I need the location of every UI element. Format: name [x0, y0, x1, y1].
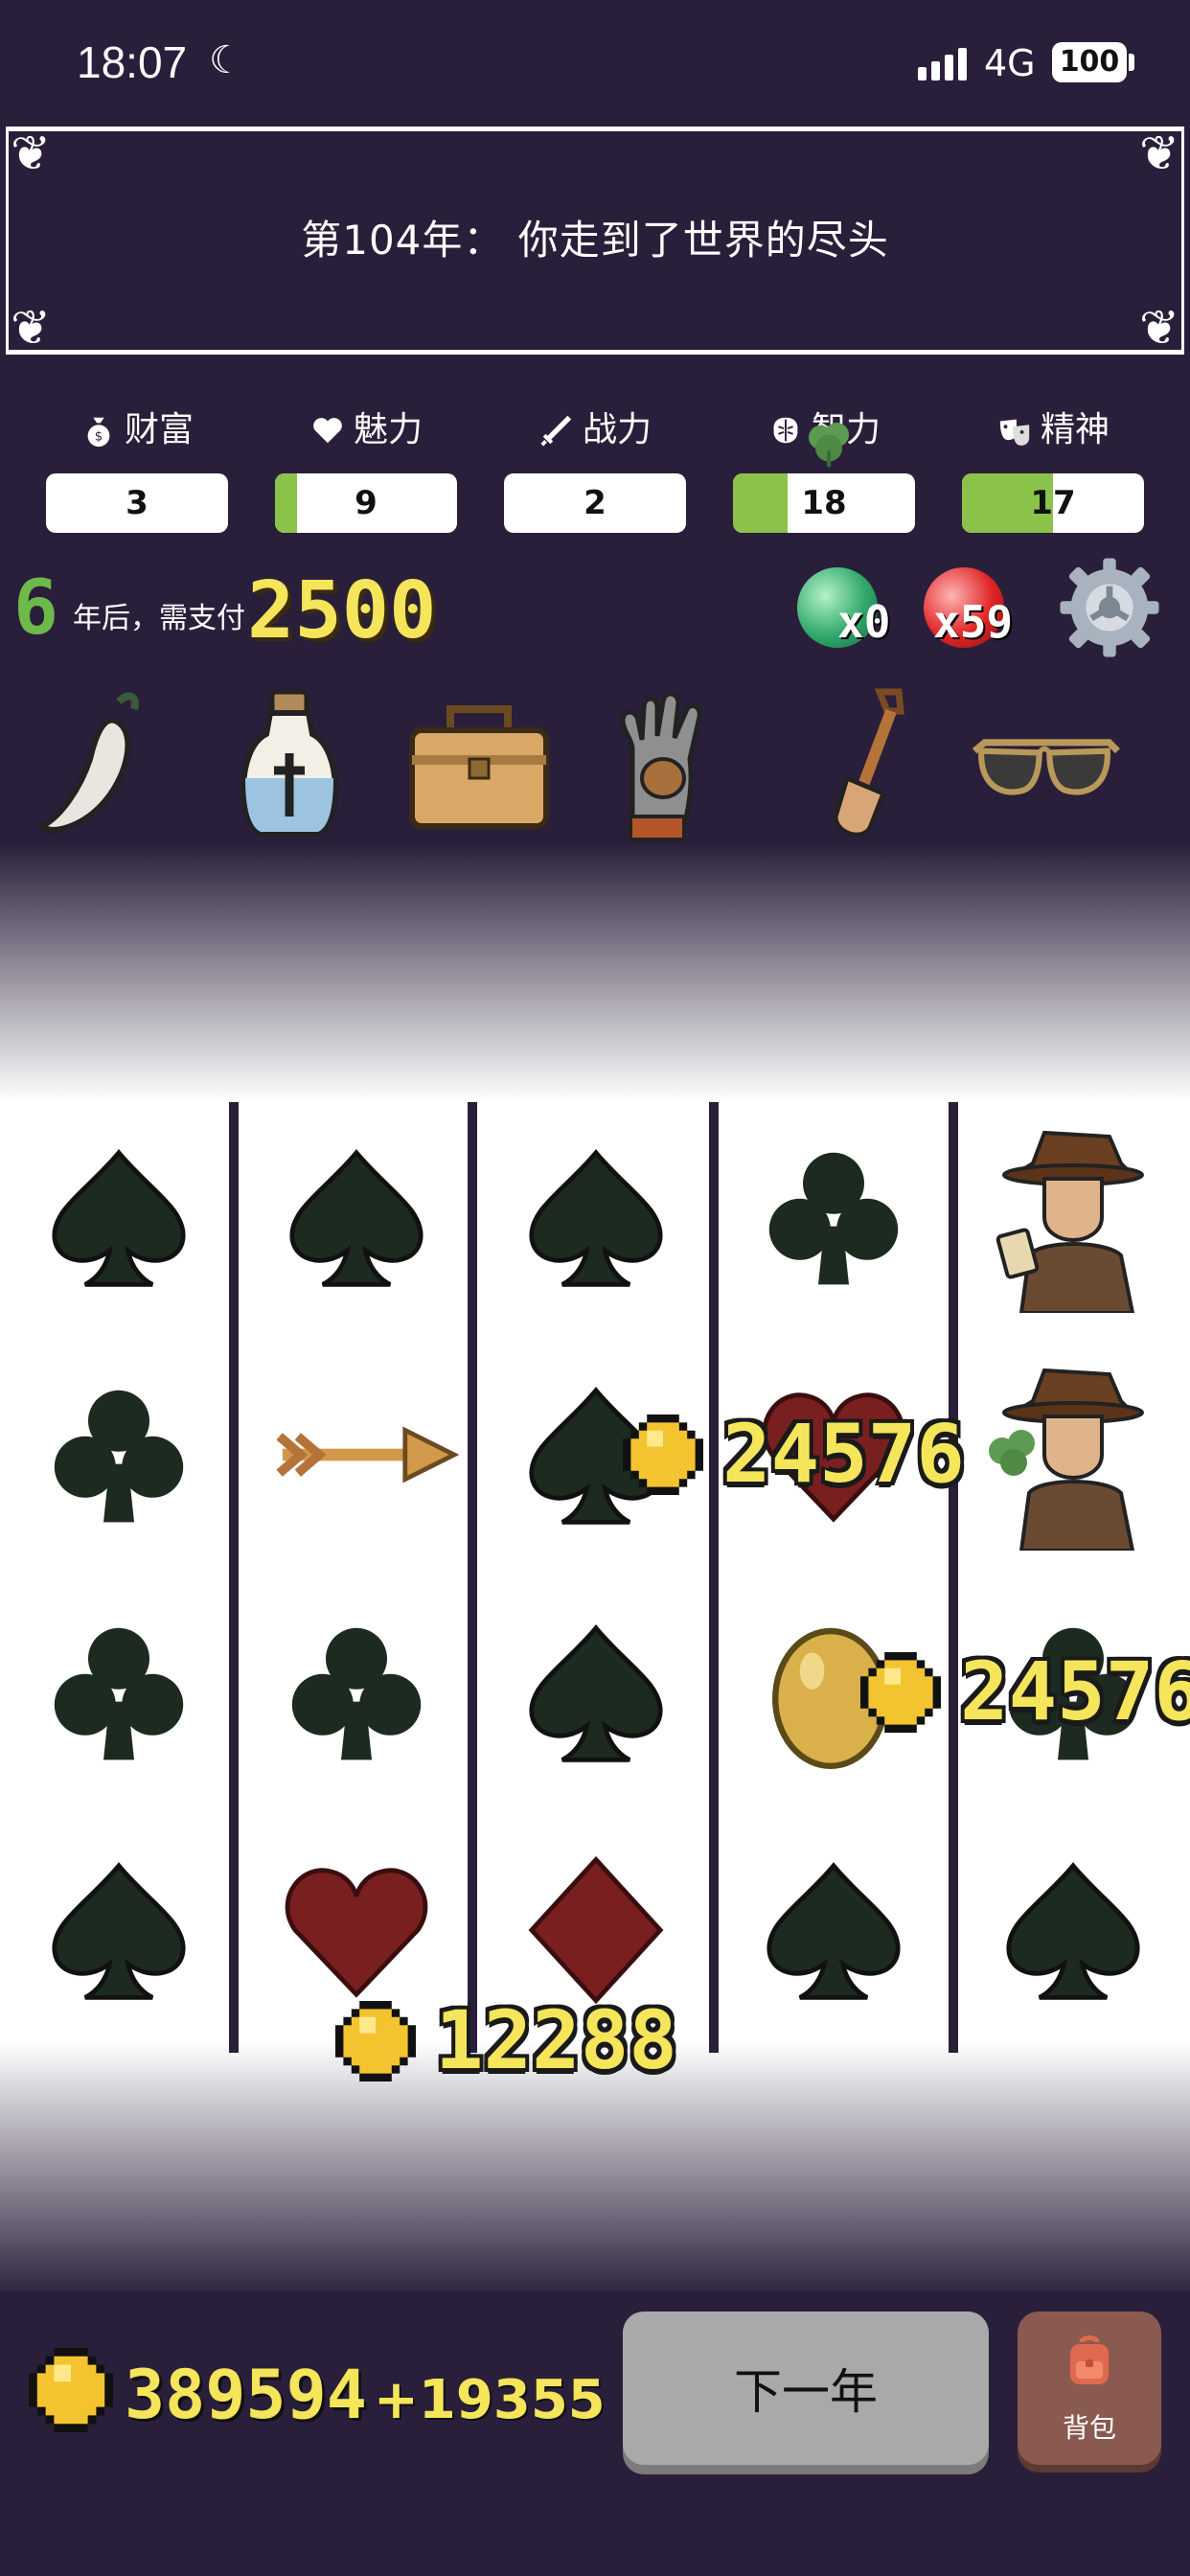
signal-icon	[918, 48, 970, 80]
stat-value: 17	[1030, 484, 1076, 522]
gambler-icon[interactable]	[987, 1121, 1159, 1315]
column-divider	[709, 1102, 719, 2053]
backpack-button[interactable]: 背包	[1018, 2312, 1161, 2465]
battery-tip	[1129, 54, 1134, 71]
club-icon[interactable]	[42, 1616, 195, 1769]
next-year-button[interactable]: 下一年	[623, 2312, 989, 2465]
green-orb-count: x0	[837, 596, 891, 648]
mask-icon	[999, 419, 1030, 446]
spade-icon[interactable]	[42, 1140, 195, 1294]
battery-icon: 100	[1052, 42, 1127, 82]
banner-title: 第104年： 你走到了世界的尽头	[301, 217, 889, 264]
arrow-icon[interactable]	[270, 1378, 462, 1531]
stat-value: 2	[584, 484, 606, 522]
moon-icon: ☾	[209, 38, 243, 82]
heart-icon	[313, 418, 342, 444]
column-divider	[229, 1102, 239, 2053]
sunglasses-icon[interactable]	[968, 682, 1121, 845]
status-time: 18:07	[77, 37, 188, 87]
stat-value: 18	[801, 484, 847, 522]
payment-text: 年后，需支付	[73, 602, 245, 635]
top-gradient	[0, 843, 1190, 1102]
glove-icon[interactable]	[594, 682, 747, 845]
gear-icon[interactable]	[1056, 554, 1163, 661]
stat-value-box: 9	[275, 473, 457, 533]
stat-value-box: 2	[504, 473, 686, 533]
stat-value: 3	[126, 484, 149, 522]
payout-value: 24576	[722, 1407, 965, 1501]
network-type: 4G	[984, 42, 1036, 84]
payout-value: 24576	[960, 1644, 1190, 1738]
brain-icon	[773, 417, 798, 444]
coin-icon	[860, 1652, 941, 1733]
diamond-icon[interactable]	[519, 1853, 673, 2007]
coin-icon	[29, 2348, 113, 2432]
stat-value-box: 18	[733, 473, 915, 533]
payment-amount: 2500	[247, 565, 437, 656]
white-chili-icon[interactable]	[23, 682, 176, 845]
stat-label: 精神	[1040, 410, 1110, 449]
spade-icon[interactable]	[996, 1853, 1150, 2007]
total-coins-value: 389594	[125, 2356, 367, 2434]
stat-value-box: 17	[962, 473, 1144, 533]
club-icon[interactable]	[757, 1140, 910, 1294]
spade-icon[interactable]	[280, 1140, 433, 1294]
payout-popup: 12288	[335, 1993, 719, 2089]
spade-icon[interactable]	[519, 1140, 673, 1294]
backpack-icon	[1070, 2335, 1109, 2384]
red-orb-count: x59	[933, 596, 1014, 648]
payout-value: 12288	[435, 1993, 677, 2087]
heart-icon[interactable]	[280, 1853, 433, 2007]
shovel-icon[interactable]	[784, 682, 937, 845]
payout-popup: 24576	[623, 1407, 1025, 1503]
payout-popup: 24576	[860, 1644, 1190, 1740]
sword-icon	[540, 415, 572, 447]
spade-icon[interactable]	[519, 1616, 673, 1769]
stat-value-box: 3	[46, 473, 228, 533]
coins-delta: +19355	[374, 2369, 606, 2431]
money-bag-icon: $	[87, 417, 110, 448]
spade-icon[interactable]	[42, 1853, 195, 2007]
column-divider	[468, 1102, 477, 2053]
stat-label: 战力	[582, 410, 652, 449]
coin-icon	[335, 2001, 416, 2082]
toolbox-icon[interactable]	[402, 682, 556, 845]
year-banner: ❦ ❦ ❦ ❦ 第104年： 你走到了世界的尽头	[6, 126, 1184, 355]
stat-charm: 魅力 9	[275, 402, 457, 537]
backpack-label: 背包	[1062, 2413, 1116, 2443]
coin-icon	[623, 1414, 703, 1495]
stat-combat: 战力 2	[504, 402, 686, 537]
holy-water-bottle-icon[interactable]	[213, 682, 366, 845]
green-brain-icon	[809, 423, 849, 468]
stat-label: 魅力	[353, 410, 423, 449]
stat-label: 财富	[124, 410, 194, 449]
years-remaining: 6	[13, 565, 58, 652]
spade-icon[interactable]	[757, 1853, 910, 2007]
stat-value: 9	[355, 484, 378, 522]
svg-text:$: $	[95, 429, 103, 444]
club-icon[interactable]	[42, 1378, 195, 1531]
stat-intelligence: 智力 18	[733, 402, 915, 537]
stat-spirit: 精神 17	[962, 402, 1144, 537]
stat-wealth: $ 财富 3	[46, 402, 228, 537]
club-icon[interactable]	[280, 1616, 433, 1769]
status-bar: 18:07 ☾ 4G 100	[0, 0, 1190, 125]
column-divider	[949, 1102, 958, 2053]
